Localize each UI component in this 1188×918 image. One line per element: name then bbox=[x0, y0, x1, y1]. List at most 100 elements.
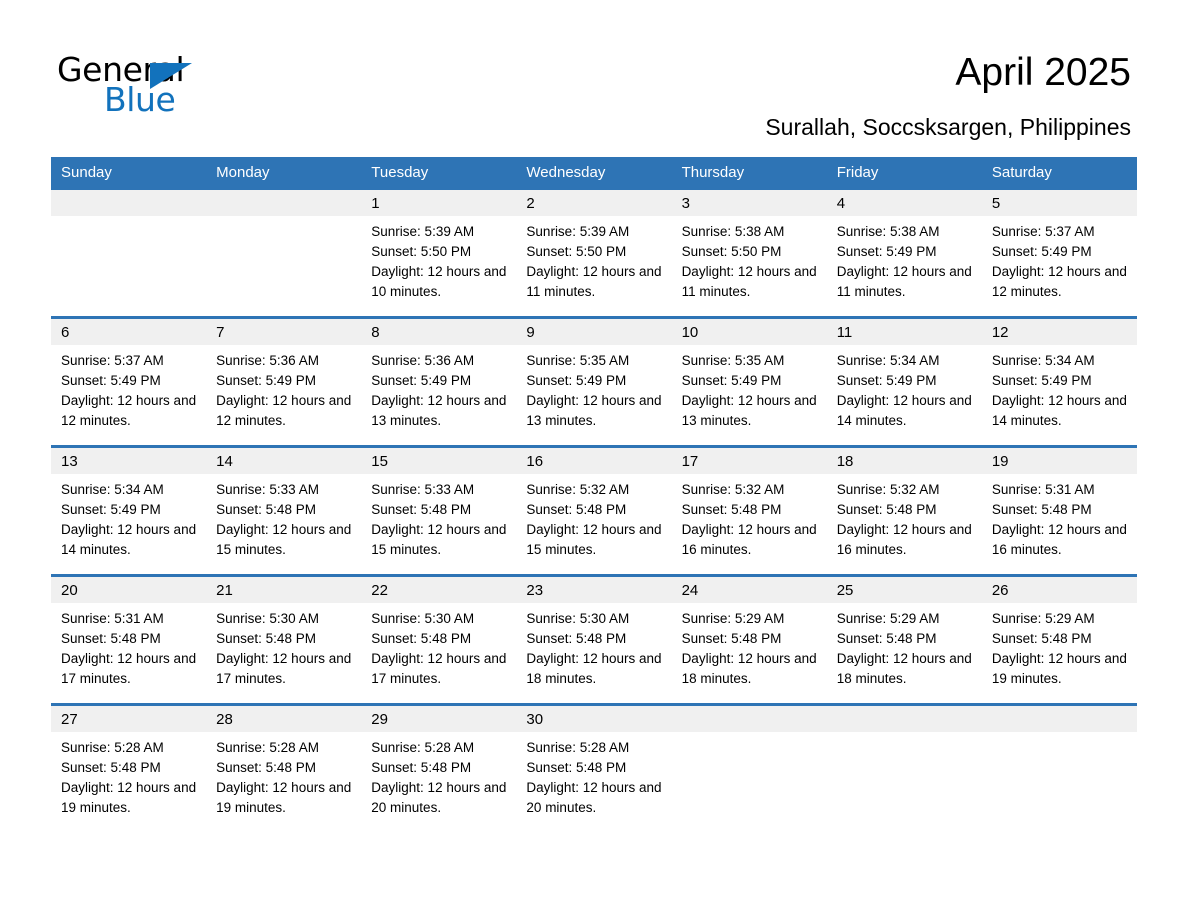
daylight-text: Daylight: 12 hours and 16 minutes. bbox=[991, 522, 1127, 557]
sunrise-sunset-calendar: Sunday Monday Tuesday Wednesday Thursday… bbox=[51, 157, 1137, 832]
day-number: 1 bbox=[361, 190, 517, 216]
daylight-text: Daylight: 12 hours and 11 minutes. bbox=[681, 264, 817, 299]
calendar-day-cell[interactable]: 5 Sunrise: 5:37 AM Sunset: 5:49 PM Daylight… bbox=[981, 190, 1137, 318]
calendar-day-cell[interactable]: 3 Sunrise: 5:38 AM Sunset: 5:50 PM Daylight… bbox=[671, 190, 827, 318]
day-number bbox=[206, 190, 362, 216]
sunrise-text: Sunrise: 5:38 AM bbox=[681, 224, 785, 239]
calendar-day-cell[interactable]: 1 Sunrise: 5:39 AM Sunset: 5:50 PM Daylight… bbox=[361, 190, 517, 318]
daylight-text: Daylight: 12 hours and 10 minutes. bbox=[371, 264, 507, 299]
calendar-day-cell[interactable]: 27 Sunrise: 5:28 AM Sunset: 5:48 PM Dayligh… bbox=[51, 703, 207, 832]
day-details: Sunrise: 5:31 AM Sunset: 5:48 PM Daylight:… bbox=[51, 603, 206, 703]
sunset-text: Sunset: 5:50 PM bbox=[526, 244, 627, 259]
calendar-day-cell[interactable]: 4 Sunrise: 5:38 AM Sunset: 5:49 PM Daylight… bbox=[826, 190, 982, 318]
day-details bbox=[982, 732, 1137, 832]
daylight-text: Daylight: 12 hours and 19 minutes. bbox=[991, 651, 1127, 686]
daylight-text: Daylight: 12 hours and 12 minutes. bbox=[216, 393, 352, 428]
sunrise-text: Sunrise: 5:29 AM bbox=[991, 611, 1095, 626]
day-number: 10 bbox=[671, 319, 827, 345]
day-details: Sunrise: 5:29 AM Sunset: 5:48 PM Daylight:… bbox=[672, 603, 827, 703]
calendar-day-cell[interactable]: 7 Sunrise: 5:36 AM Sunset: 5:49 PM Daylight… bbox=[206, 316, 362, 447]
sunrise-text: Sunrise: 5:28 AM bbox=[216, 740, 319, 755]
sunset-text: Sunset: 5:49 PM bbox=[216, 373, 316, 388]
calendar-day-cell[interactable]: 19 Sunrise: 5:31 AM Sunset: 5:48 PM Dayligh… bbox=[981, 445, 1137, 576]
day-number: 12 bbox=[981, 319, 1137, 345]
calendar-day-cell[interactable]: 20 Sunrise: 5:31 AM Sunset: 5:48 PM Dayligh… bbox=[51, 574, 207, 705]
day-number: 17 bbox=[671, 448, 827, 474]
sunset-text: Sunset: 5:48 PM bbox=[991, 631, 1092, 646]
calendar-day-cell[interactable]: 15 Sunrise: 5:33 AM Sunset: 5:48 PM Dayligh… bbox=[361, 445, 517, 576]
daylight-text: Daylight: 12 hours and 19 minutes. bbox=[61, 780, 197, 815]
daylight-text: Daylight: 12 hours and 20 minutes. bbox=[526, 780, 662, 815]
calendar-day-cell[interactable]: 22 Sunrise: 5:30 AM Sunset: 5:48 PM Dayligh… bbox=[361, 574, 517, 705]
sunset-text: Sunset: 5:49 PM bbox=[836, 244, 937, 259]
calendar-day-cell[interactable]: 16 Sunrise: 5:32 AM Sunset: 5:48 PM Dayligh… bbox=[516, 445, 672, 576]
day-number: 25 bbox=[826, 577, 982, 603]
calendar-body: 1 Sunrise: 5:39 AM Sunset: 5:50 PM Daylight… bbox=[51, 190, 1137, 832]
page-title: April 2025 bbox=[955, 51, 1131, 94]
day-number: 9 bbox=[516, 319, 672, 345]
sunset-text: Sunset: 5:49 PM bbox=[836, 373, 937, 388]
calendar-day-cell[interactable]: 29 Sunrise: 5:28 AM Sunset: 5:48 PM Dayligh… bbox=[361, 703, 517, 832]
sunset-text: Sunset: 5:50 PM bbox=[681, 244, 782, 259]
sunset-text: Sunset: 5:49 PM bbox=[371, 373, 472, 388]
sunset-text: Sunset: 5:48 PM bbox=[216, 502, 316, 517]
sunset-text: Sunset: 5:48 PM bbox=[681, 502, 782, 517]
day-number bbox=[981, 706, 1137, 732]
calendar-day-cell[interactable]: 18 Sunrise: 5:32 AM Sunset: 5:48 PM Dayligh… bbox=[826, 445, 982, 576]
calendar-day-cell[interactable]: 30 Sunrise: 5:28 AM Sunset: 5:48 PM Dayligh… bbox=[516, 703, 672, 832]
calendar-day-cell-empty bbox=[826, 703, 982, 832]
calendar-day-cell[interactable]: 17 Sunrise: 5:32 AM Sunset: 5:48 PM Dayligh… bbox=[671, 445, 827, 576]
sunrise-text: Sunrise: 5:32 AM bbox=[526, 482, 630, 497]
calendar-day-cell[interactable]: 25 Sunrise: 5:29 AM Sunset: 5:48 PM Dayligh… bbox=[826, 574, 982, 705]
daylight-text: Daylight: 12 hours and 17 minutes. bbox=[61, 651, 197, 686]
calendar-day-cell[interactable]: 21 Sunrise: 5:30 AM Sunset: 5:48 PM Dayligh… bbox=[206, 574, 362, 705]
day-details bbox=[51, 216, 206, 316]
calendar-day-cell[interactable]: 2 Sunrise: 5:39 AM Sunset: 5:50 PM Daylight… bbox=[516, 190, 672, 318]
day-number bbox=[826, 706, 982, 732]
calendar-day-cell[interactable]: 13 Sunrise: 5:34 AM Sunset: 5:49 PM Dayligh… bbox=[51, 445, 207, 576]
sunrise-text: Sunrise: 5:31 AM bbox=[991, 482, 1095, 497]
daylight-text: Daylight: 12 hours and 19 minutes. bbox=[216, 780, 352, 815]
day-number: 15 bbox=[361, 448, 517, 474]
calendar-day-cell[interactable]: 11 Sunrise: 5:34 AM Sunset: 5:49 PM Dayligh… bbox=[826, 316, 982, 447]
calendar-day-cell[interactable]: 9 Sunrise: 5:35 AM Sunset: 5:49 PM Daylight… bbox=[516, 316, 672, 447]
calendar-day-cell[interactable]: 12 Sunrise: 5:34 AM Sunset: 5:49 PM Dayligh… bbox=[981, 316, 1137, 447]
day-number: 7 bbox=[206, 319, 362, 345]
general-blue-logo[interactable]: General Blue bbox=[57, 52, 207, 122]
day-details: Sunrise: 5:32 AM Sunset: 5:48 PM Daylight:… bbox=[516, 474, 671, 574]
day-details: Sunrise: 5:39 AM Sunset: 5:50 PM Daylight:… bbox=[516, 216, 671, 316]
logo-text-blue: Blue bbox=[104, 80, 176, 119]
weekday-header-saturday: Saturday bbox=[981, 157, 1137, 190]
calendar-day-cell[interactable]: 26 Sunrise: 5:29 AM Sunset: 5:48 PM Dayligh… bbox=[981, 574, 1137, 705]
daylight-text: Daylight: 12 hours and 15 minutes. bbox=[216, 522, 352, 557]
day-number: 6 bbox=[51, 319, 207, 345]
calendar-day-cell[interactable]: 23 Sunrise: 5:30 AM Sunset: 5:48 PM Dayligh… bbox=[516, 574, 672, 705]
day-details: Sunrise: 5:39 AM Sunset: 5:50 PM Daylight:… bbox=[361, 216, 516, 316]
daylight-text: Daylight: 12 hours and 18 minutes. bbox=[526, 651, 662, 686]
day-details: Sunrise: 5:29 AM Sunset: 5:48 PM Daylight:… bbox=[827, 603, 982, 703]
day-details: Sunrise: 5:36 AM Sunset: 5:49 PM Daylight:… bbox=[206, 345, 361, 445]
day-details bbox=[206, 216, 361, 316]
sunrise-text: Sunrise: 5:28 AM bbox=[61, 740, 164, 755]
day-details bbox=[827, 732, 982, 832]
calendar-day-cell-empty bbox=[671, 703, 827, 832]
sunset-text: Sunset: 5:48 PM bbox=[371, 502, 472, 517]
sunrise-text: Sunrise: 5:28 AM bbox=[526, 740, 630, 755]
calendar-day-cell[interactable]: 24 Sunrise: 5:29 AM Sunset: 5:48 PM Dayligh… bbox=[671, 574, 827, 705]
calendar-day-cell[interactable]: 8 Sunrise: 5:36 AM Sunset: 5:49 PM Daylight… bbox=[361, 316, 517, 447]
sunset-text: Sunset: 5:49 PM bbox=[681, 373, 782, 388]
day-details: Sunrise: 5:33 AM Sunset: 5:48 PM Daylight:… bbox=[206, 474, 361, 574]
weekday-header-sunday: Sunday bbox=[51, 157, 207, 190]
day-details: Sunrise: 5:28 AM Sunset: 5:48 PM Daylight:… bbox=[206, 732, 361, 832]
sunset-text: Sunset: 5:48 PM bbox=[216, 631, 316, 646]
sunset-text: Sunset: 5:48 PM bbox=[371, 631, 472, 646]
calendar-day-cell[interactable]: 14 Sunrise: 5:33 AM Sunset: 5:48 PM Dayligh… bbox=[206, 445, 362, 576]
calendar-day-cell[interactable]: 6 Sunrise: 5:37 AM Sunset: 5:49 PM Daylight… bbox=[51, 316, 207, 447]
calendar-week-row: 6 Sunrise: 5:37 AM Sunset: 5:49 PM Daylight… bbox=[51, 316, 1137, 447]
calendar-day-cell[interactable]: 28 Sunrise: 5:28 AM Sunset: 5:48 PM Dayligh… bbox=[206, 703, 362, 832]
day-number: 2 bbox=[516, 190, 672, 216]
daylight-text: Daylight: 12 hours and 20 minutes. bbox=[371, 780, 507, 815]
daylight-text: Daylight: 12 hours and 11 minutes. bbox=[836, 264, 972, 299]
daylight-text: Daylight: 12 hours and 13 minutes. bbox=[681, 393, 817, 428]
calendar-day-cell[interactable]: 10 Sunrise: 5:35 AM Sunset: 5:49 PM Dayligh… bbox=[671, 316, 827, 447]
